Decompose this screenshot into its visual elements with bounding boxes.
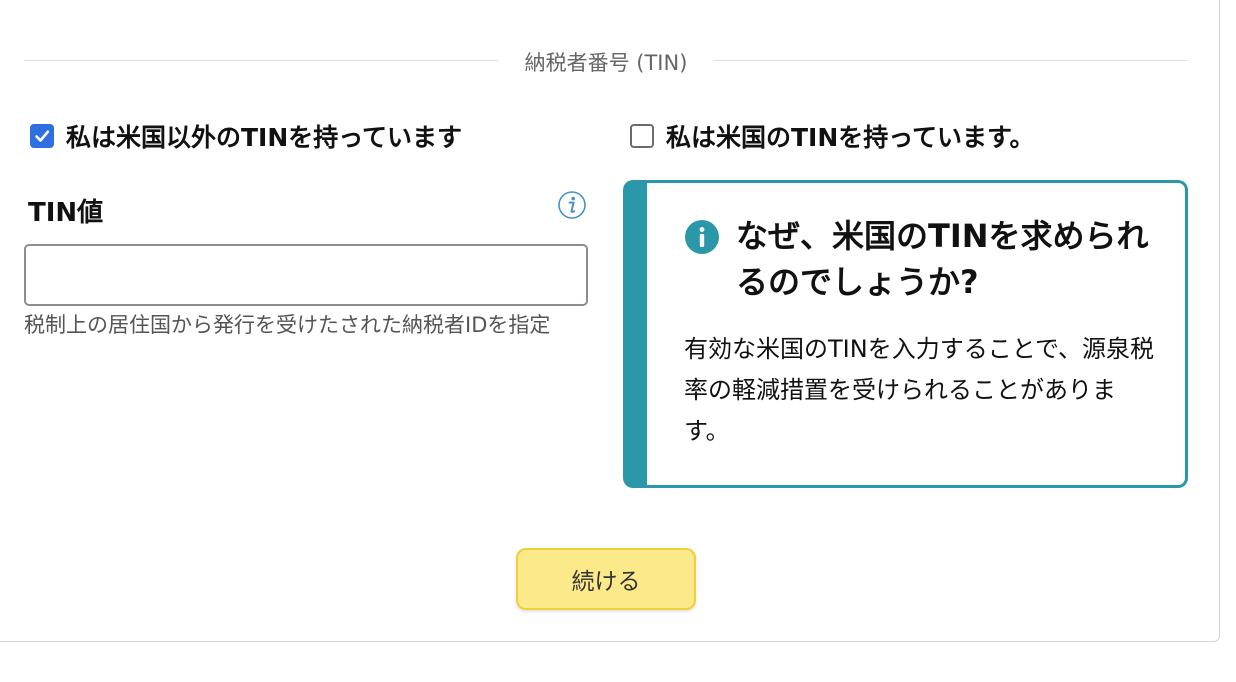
us-tin-label: 私は米国のTINを持っています。	[666, 123, 1035, 152]
info-box-body: 有効な米国のTINを入力することで、源泉税率の軽減措置を受けられることがあります…	[684, 335, 1155, 445]
non-us-tin-checkbox[interactable]	[30, 124, 54, 148]
info-circle-icon	[685, 220, 719, 254]
tin-help-text: 税制上の居住国から発行を受けたされた納税者IDを指定	[24, 313, 551, 337]
non-us-tin-option[interactable]: 私は米国以外のTINを持っています	[30, 118, 462, 154]
tin-value-input[interactable]	[24, 244, 588, 306]
divider-line-left	[24, 60, 498, 61]
divider-line-right	[714, 60, 1187, 61]
info-icon[interactable]	[557, 190, 587, 220]
us-tin-option[interactable]: 私は米国のTINを持っています。	[630, 118, 1035, 154]
section-divider: 納税者番号 (TIN)	[24, 42, 1187, 78]
info-box-title: なぜ、米国のTINを求められるのでしょうか?	[736, 217, 1149, 301]
section-title: 納税者番号 (TIN)	[524, 51, 688, 75]
continue-button[interactable]: 続ける	[516, 548, 696, 610]
us-tin-info-box: なぜ、米国のTINを求められるのでしょうか? 有効な米国のTINを入力することで…	[623, 180, 1188, 488]
tin-value-label: TIN値	[28, 198, 104, 228]
us-tin-checkbox[interactable]	[630, 124, 654, 148]
non-us-tin-label: 私は米国以外のTINを持っています	[66, 123, 463, 152]
checkmark-icon	[35, 130, 50, 142]
